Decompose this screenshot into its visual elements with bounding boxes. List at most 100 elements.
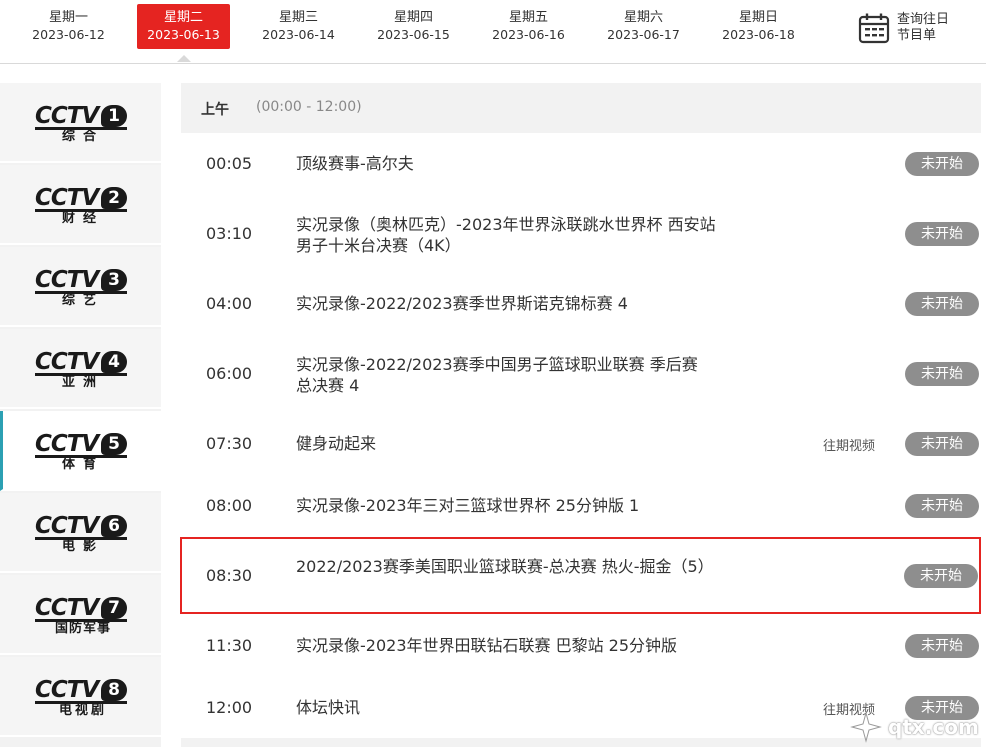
date-tab-wed[interactable]: 星期三 2023-06-14	[252, 4, 345, 49]
channel-number: 6	[101, 515, 127, 537]
date-tab-date: 2023-06-13	[147, 27, 220, 42]
channel-name: 电视剧	[58, 703, 107, 718]
program-time: 06:00	[206, 364, 253, 383]
date-tab-date: 2023-06-16	[492, 27, 565, 42]
date-bar: 星期一 2023-06-12 星期二 2023-06-13 星期三 2023-0…	[0, 0, 986, 64]
date-tab-date: 2023-06-18	[722, 27, 795, 42]
status-button[interactable]: 未开始	[905, 362, 979, 386]
program-time: 08:30	[206, 566, 253, 585]
program-time: 07:30	[206, 434, 253, 453]
channel-item-cctv1[interactable]: CCTV 1 综合	[0, 83, 161, 163]
program-time: 03:10	[206, 224, 253, 243]
channel-item-cctv3[interactable]: CCTV 3 综艺	[0, 247, 161, 327]
date-tab-thu[interactable]: 星期四 2023-06-15	[367, 4, 460, 49]
history-schedule-link[interactable]: 查询往日 节目单	[855, 10, 965, 50]
channel-number: 3	[101, 269, 127, 291]
program-time: 00:05	[206, 154, 253, 173]
history-label-line2: 节目单	[897, 28, 937, 43]
channel-brand: CCTV	[35, 513, 99, 539]
date-tab-weekday: 星期四	[393, 10, 433, 25]
date-tab-mon[interactable]: 星期一 2023-06-12	[22, 4, 115, 49]
channel-logo: CCTV 3 综艺	[35, 265, 131, 311]
site-watermark: qtx.com	[846, 710, 986, 744]
period-header: 上午 (00:00 - 12:00)	[181, 83, 981, 133]
program-row-highlighted: 08:30 2022/2023赛季美国职业篮球联赛-总决赛 热火-掘金（5） 未…	[180, 537, 981, 614]
channel-name: 财经	[61, 211, 104, 226]
channel-number: 8	[101, 679, 127, 701]
date-tab-weekday: 星期日	[738, 10, 778, 25]
channel-number: 7	[101, 597, 127, 619]
channel-logo: CCTV 1 综合	[35, 101, 131, 147]
program-title: 实况录像（奥林匹克）-2023年世界泳联跳水世界杯 西安站 男子十米台决赛（4K…	[296, 215, 716, 255]
program-time: 12:00	[206, 698, 253, 717]
calendar-icon	[858, 13, 890, 44]
date-tab-date: 2023-06-12	[32, 27, 105, 42]
channel-brand: CCTV	[35, 349, 99, 375]
channel-item-cctv7[interactable]: CCTV 7 国防军事	[0, 575, 161, 655]
channel-name: 国防军事	[54, 621, 111, 636]
program-time: 08:00	[206, 496, 253, 515]
channel-logo: CCTV 7 国防军事	[35, 593, 131, 639]
program-title: 实况录像-2022/2023赛季世界斯诺克锦标赛 4	[296, 294, 628, 313]
channel-name: 体育	[61, 457, 104, 472]
channel-brand: CCTV	[35, 267, 99, 293]
channel-name: 亚洲	[61, 375, 104, 390]
date-tab-date: 2023-06-14	[262, 27, 335, 42]
channel-logo: CCTV 5 体育	[35, 429, 131, 475]
channel-brand: CCTV	[35, 595, 99, 621]
date-tab-tue[interactable]: 星期二 2023-06-13	[137, 4, 230, 62]
channel-item-cctv2[interactable]: CCTV 2 财经	[0, 165, 161, 245]
date-tab-fri[interactable]: 星期五 2023-06-16	[482, 4, 575, 49]
channel-name: 综艺	[61, 293, 104, 308]
program-title: 2022/2023赛季美国职业篮球联赛-总决赛 热火-掘金（5）	[296, 557, 714, 576]
program-row: 00:05 顶级赛事-高尔夫 未开始	[181, 138, 981, 188]
status-button[interactable]: 未开始	[905, 292, 979, 316]
program-row: 11:30 实况录像-2023年世界田联钻石联赛 巴黎站 25分钟版 未开始	[181, 620, 981, 670]
status-button[interactable]: 未开始	[905, 222, 979, 246]
program-title: 实况录像-2023年世界田联钻石联赛 巴黎站 25分钟版	[296, 636, 678, 655]
status-button[interactable]: 未开始	[905, 152, 979, 176]
channel-sidebar: CCTV 1 综合 CCTV 2 财经 CCTV 3 综艺 CCTV 4 亚洲	[0, 83, 161, 747]
channel-logo: CCTV 2 财经	[35, 183, 131, 229]
channel-logo: CCTV 4 亚洲	[35, 347, 131, 393]
program-title: 顶级赛事-高尔夫	[296, 154, 414, 173]
history-label: 查询往日 节目单	[897, 12, 957, 44]
status-button[interactable]: 未开始	[905, 432, 979, 456]
program-time: 04:00	[206, 294, 253, 313]
status-button[interactable]: 未开始	[905, 494, 979, 518]
status-button[interactable]: 未开始	[904, 564, 978, 588]
channel-item-cctv4[interactable]: CCTV 4 亚洲	[0, 329, 161, 409]
date-tab-date: 2023-06-15	[377, 27, 450, 42]
period-range: (00:00 - 12:00)	[256, 99, 362, 115]
channel-brand: CCTV	[35, 677, 99, 703]
date-tab-weekday: 星期三	[278, 10, 318, 25]
date-tab-date: 2023-06-17	[607, 27, 680, 42]
channel-item-cctv8[interactable]: CCTV 8 电视剧	[0, 657, 161, 737]
sparkle-icon	[850, 711, 882, 743]
status-button[interactable]: 未开始	[905, 634, 979, 658]
program-title: 健身动起来	[296, 434, 377, 453]
program-title: 实况录像-2023年三对三篮球世界杯 25分钟版 1	[296, 496, 640, 515]
program-row: 03:10 实况录像（奥林匹克）-2023年世界泳联跳水世界杯 西安站 男子十米…	[181, 208, 981, 258]
program-row: 08:00 实况录像-2023年三对三篮球世界杯 25分钟版 1 未开始	[181, 480, 981, 530]
date-tab-sun[interactable]: 星期日 2023-06-18	[712, 4, 805, 49]
channel-number: 4	[101, 351, 127, 373]
program-row: 07:30 健身动起来 往期视频 未开始	[181, 418, 981, 468]
program-row: 06:00 实况录像-2022/2023赛季中国男子篮球职业联赛 季后赛 总决赛…	[181, 348, 981, 398]
channel-name: 电影	[61, 539, 104, 554]
date-tab-weekday: 星期五	[508, 10, 548, 25]
channel-number: 5	[101, 433, 127, 455]
period-name: 上午	[201, 102, 229, 118]
program-title: 体坛快讯	[296, 698, 361, 717]
channel-logo: CCTV 6 电影	[35, 511, 131, 557]
date-tab-weekday: 星期一	[48, 10, 88, 25]
channel-brand: CCTV	[35, 431, 99, 457]
program-time: 11:30	[206, 636, 253, 655]
channel-item-cctv6[interactable]: CCTV 6 电影	[0, 493, 161, 573]
date-tab-sat[interactable]: 星期六 2023-06-17	[597, 4, 690, 49]
program-schedule: 上午 (00:00 - 12:00) 00:05 顶级赛事-高尔夫 未开始 03…	[180, 83, 981, 747]
channel-item-cctv5[interactable]: CCTV 5 体育	[0, 411, 161, 491]
past-videos-link[interactable]: 往期视频	[823, 435, 875, 454]
history-label-line1: 查询往日	[897, 12, 950, 27]
channel-logo: CCTV 8 电视剧	[35, 675, 131, 721]
